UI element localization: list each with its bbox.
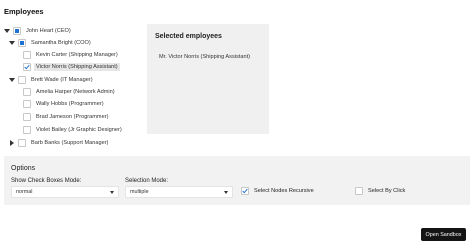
tree-node-label: Samantha Bright (COO) [31,39,91,46]
tree-checkbox[interactable] [23,125,31,134]
page-title: Employees [4,7,44,16]
tree-node-kevin-carter[interactable]: Kevin Carter (Shipping Manager) [14,49,120,60]
tree-node-label: Violet Bailey (Jr Graphic Designer) [36,126,122,133]
collapse-arrow-icon[interactable] [4,25,10,36]
select-nodes-recursive-label: Select Nodes Recursive [254,188,314,194]
dropdown-caret-icon [110,190,114,194]
tree-checkbox[interactable] [18,75,26,84]
options-panel: Options Show Check Boxes Mode: normal Se… [4,156,470,205]
select-nodes-recursive-option[interactable]: Select Nodes Recursive [241,187,314,195]
tree-node-barb-banks[interactable]: Barb Banks (Support Manager) [9,137,110,148]
show-check-boxes-label: Show Check Boxes Mode: [11,178,82,184]
tree-node-wally-hobbs[interactable]: Wally Hobbs (Programmer) [14,98,106,109]
select-value: normal [16,189,33,195]
tree-checkbox[interactable] [23,62,31,71]
options-title: Options [11,165,36,172]
show-check-boxes-select[interactable]: normal [11,186,119,198]
collapse-arrow-icon[interactable] [9,37,15,48]
tree-checkbox[interactable] [23,87,31,96]
checkmark-icon [242,188,248,194]
tree-checkbox[interactable] [23,112,31,121]
select-nodes-recursive-checkbox[interactable] [241,187,249,195]
tree-checkbox[interactable] [23,99,31,108]
tree-checkbox[interactable] [13,26,21,35]
tree-node-label: John Heart (CEO) [26,27,71,34]
tree-node-label: Victor Norris (Shipping Assistant) [34,62,120,71]
tree-node-label: Kevin Carter (Shipping Manager) [36,51,118,58]
tree-node-brad-jameson[interactable]: Brad Jameson (Programmer) [14,111,110,122]
dropdown-caret-icon [224,190,228,194]
selected-employee-item: Mr. Victor Norris (Shipping Assistant) [159,54,250,60]
tree-checkbox[interactable] [18,138,26,147]
tree-checkbox[interactable] [23,50,31,59]
select-by-click-option[interactable]: Select By Click [355,187,405,195]
tree-node-label: Brad Jameson (Programmer) [36,113,109,120]
tree-node-victor-norris[interactable]: Victor Norris (Shipping Assistant) [14,61,120,72]
checkmark-icon [24,64,30,69]
tree-node-amelia-harper[interactable]: Amelia Harper (Network Admin) [14,86,117,97]
select-value: multiple [130,189,149,195]
selection-mode-select[interactable]: multiple [125,186,233,198]
tree-checkbox[interactable] [18,38,26,47]
tree-node-samantha-bright[interactable]: Samantha Bright (COO) [9,37,93,48]
tree-node-violet-bailey[interactable]: Violet Bailey (Jr Graphic Designer) [14,124,124,135]
tree-node-label: Barb Banks (Support Manager) [31,139,109,146]
tree-node-label: Amelia Harper (Network Admin) [36,88,115,95]
collapse-arrow-icon[interactable] [9,74,15,85]
selection-mode-label: Selection Mode: [125,178,169,184]
tree-node-label: Wally Hobbs (Programmer) [36,100,104,107]
open-sandbox-button[interactable]: Open Sandbox [421,228,466,241]
select-by-click-label: Select By Click [368,188,406,194]
selected-employees-title: Selected employees [155,33,222,40]
selected-employees-panel: Selected employees Mr. Victor Norris (Sh… [147,24,269,134]
expand-arrow-icon[interactable] [9,137,15,148]
tree-node-john-heart[interactable]: John Heart (CEO) [4,25,73,36]
tree-node-label: Brett Wade (IT Manager) [31,76,93,83]
select-by-click-checkbox[interactable] [355,187,363,195]
tree-node-brett-wade[interactable]: Brett Wade (IT Manager) [9,74,95,85]
